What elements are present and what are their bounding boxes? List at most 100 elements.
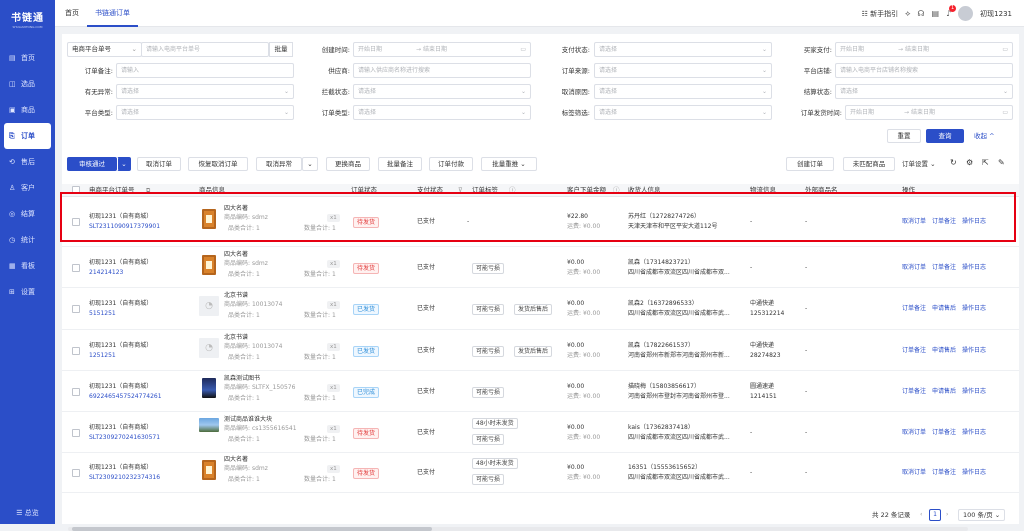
row-checkbox[interactable] bbox=[72, 469, 80, 477]
row-action-link[interactable]: 取消订单 bbox=[902, 218, 926, 226]
row-action-link[interactable]: 取消订单 bbox=[902, 469, 926, 477]
platform-shop-input[interactable]: 请输入电商平台店铺名称搜索 bbox=[835, 63, 1013, 78]
platform-type-select[interactable]: 请选择 ⌄ bbox=[116, 105, 294, 120]
order-source-select[interactable]: 请选择 ⌄ bbox=[594, 63, 772, 78]
row-action-link[interactable]: 订单备注 bbox=[932, 469, 956, 477]
unmatched-product-button[interactable]: 未匹配商品 bbox=[843, 157, 895, 171]
share-icon[interactable]: ⟡ bbox=[905, 9, 910, 19]
settle-select[interactable]: 请选择 ⌄ bbox=[835, 84, 1013, 99]
row-action-link[interactable]: 订单备注 bbox=[902, 305, 926, 313]
query-button[interactable]: 查询 bbox=[926, 129, 964, 143]
order-remark-input[interactable]: 请输入 bbox=[116, 63, 294, 78]
row-action-link[interactable]: 申请售后 bbox=[932, 347, 956, 355]
row-action-link[interactable]: 订单备注 bbox=[932, 264, 956, 272]
row-checkbox[interactable] bbox=[72, 347, 80, 355]
abnormal-select[interactable]: 请选择 ⌄ bbox=[116, 84, 294, 99]
row-action-link[interactable]: 操作日志 bbox=[962, 305, 986, 313]
page-number[interactable]: 1 bbox=[929, 509, 941, 521]
row-action-link[interactable]: 取消订单 bbox=[902, 429, 926, 437]
user-name[interactable]: 初现1231 bbox=[980, 9, 1012, 19]
sidebar-item-orders[interactable]: ⎘ 订单 bbox=[4, 123, 51, 149]
order-number-link[interactable]: 1251251 bbox=[89, 352, 116, 360]
create-order-button[interactable]: 创建订单 bbox=[786, 157, 834, 171]
headset-icon[interactable]: ☊ bbox=[917, 9, 924, 18]
sidebar-item-selection[interactable]: ◫ 选品 bbox=[0, 71, 55, 97]
intercept-select[interactable]: 请选择 ⌄ bbox=[353, 84, 531, 99]
ship-time-range[interactable]: 开始日期 → 结束日期 ▭ bbox=[845, 105, 1013, 120]
sidebar-item-after-sales[interactable]: ⟲ 售后 bbox=[0, 149, 55, 175]
supplier-input[interactable]: 请输入供应商名称进行搜索 bbox=[353, 63, 531, 78]
platform-order-select[interactable]: 电商平台单号 ⌄ bbox=[67, 42, 142, 57]
row-action-link[interactable]: 操作日志 bbox=[962, 218, 986, 226]
tab-home[interactable]: 首页 bbox=[57, 0, 87, 27]
approve-dropdown[interactable]: ⌄ bbox=[117, 157, 131, 171]
sidebar-item-products[interactable]: ▣ 商品 bbox=[0, 97, 55, 123]
filter-icon[interactable]: ⊽ bbox=[458, 184, 463, 197]
page-size-select[interactable]: 100 条/页 ⌄ bbox=[958, 509, 1006, 521]
row-action-link[interactable]: 订单备注 bbox=[902, 388, 926, 396]
buyer-pay-range[interactable]: 开始日期 → 结束日期 ▭ bbox=[835, 42, 1013, 57]
row-checkbox[interactable] bbox=[72, 429, 80, 437]
select-all-checkbox[interactable] bbox=[72, 186, 80, 194]
order-settings-dropdown[interactable]: 订单设置 ⌄ bbox=[902, 160, 936, 168]
bell-icon[interactable]: ♪ 1 bbox=[946, 5, 957, 18]
sidebar-item-dashboard[interactable]: ▦ 看板 bbox=[0, 253, 55, 279]
scrollbar-thumb[interactable] bbox=[72, 527, 432, 531]
row-action-link[interactable]: 申请售后 bbox=[932, 305, 956, 313]
batch-remark-button[interactable]: 批量备注 bbox=[378, 157, 422, 171]
row-action-link[interactable]: 操作日志 bbox=[962, 264, 986, 272]
order-number-link[interactable]: SLT2309270241630571 bbox=[89, 434, 160, 442]
copy-icon[interactable]: ⧉ bbox=[146, 184, 150, 197]
edit-icon[interactable]: ✎ bbox=[998, 159, 1005, 167]
guide-link[interactable]: ☷ 新手指引 bbox=[862, 9, 899, 19]
order-number-link[interactable]: 6922465457524774261 bbox=[89, 393, 162, 401]
approve-button[interactable]: 审核通过 bbox=[67, 157, 117, 171]
help-icon[interactable]: ⓘ bbox=[613, 184, 620, 197]
sidebar-item-customers[interactable]: ♙ 客户 bbox=[0, 175, 55, 201]
overview-toggle[interactable]: ☰ 总览 bbox=[0, 508, 55, 518]
row-checkbox[interactable] bbox=[72, 305, 80, 313]
cancel-abnormal-button[interactable]: 取消异常 bbox=[256, 157, 302, 171]
order-pay-button[interactable]: 订单付款 bbox=[429, 157, 473, 171]
row-action-link[interactable]: 订单备注 bbox=[932, 218, 956, 226]
row-action-link[interactable]: 订单备注 bbox=[902, 347, 926, 355]
batch-button[interactable]: 批量 bbox=[269, 42, 293, 57]
cancel-reason-select[interactable]: 请选择 ⌄ bbox=[594, 84, 772, 99]
row-action-link[interactable]: 订单备注 bbox=[932, 429, 956, 437]
message-icon[interactable]: ▤ bbox=[932, 9, 940, 18]
sidebar-item-settings[interactable]: ⊞ 设置 bbox=[0, 279, 55, 305]
settings-icon[interactable]: ⚙ bbox=[966, 159, 973, 167]
row-action-link[interactable]: 操作日志 bbox=[962, 429, 986, 437]
horizontal-scrollbar[interactable] bbox=[68, 527, 968, 531]
sidebar-item-settlement[interactable]: ◎ 结算 bbox=[0, 201, 55, 227]
order-type-select[interactable]: 请选择 ⌄ bbox=[353, 105, 531, 120]
create-time-range[interactable]: 开始日期 → 结束日期 ▭ bbox=[353, 42, 531, 57]
row-action-link[interactable]: 操作日志 bbox=[962, 347, 986, 355]
collapse-toggle[interactable]: 收起 ^ bbox=[974, 132, 995, 140]
row-action-link[interactable]: 操作日志 bbox=[962, 469, 986, 477]
order-number-link[interactable]: 214214123 bbox=[89, 269, 123, 277]
refresh-icon[interactable]: ↻ bbox=[950, 159, 957, 167]
prev-page-icon[interactable]: ‹ bbox=[920, 511, 922, 519]
row-checkbox[interactable] bbox=[72, 264, 80, 272]
platform-order-input[interactable]: 请输入电商平台单号 bbox=[141, 42, 269, 57]
reset-button[interactable]: 重置 bbox=[887, 129, 921, 143]
tab-orders[interactable]: 书链通订单 bbox=[87, 0, 138, 27]
pay-status-select[interactable]: 请选择 ⌄ bbox=[594, 42, 772, 57]
help-icon[interactable]: ⓘ bbox=[509, 184, 516, 197]
avatar[interactable] bbox=[958, 6, 974, 21]
export-icon[interactable]: ⇱ bbox=[982, 159, 989, 167]
batch-push-button[interactable]: 批量重推 ⌄ bbox=[481, 157, 537, 171]
change-product-button[interactable]: 更换商品 bbox=[326, 157, 370, 171]
cancel-order-button[interactable]: 取消订单 bbox=[137, 157, 181, 171]
order-number-link[interactable]: SLT2309210232374316 bbox=[89, 474, 160, 482]
sidebar-item-home[interactable]: ▤ 首页 bbox=[0, 45, 55, 71]
restore-cancel-button[interactable]: 恢复取消订单 bbox=[188, 157, 248, 171]
sidebar-item-statistics[interactable]: ◷ 统计 bbox=[0, 227, 55, 253]
row-checkbox[interactable] bbox=[72, 388, 80, 396]
order-number-link[interactable]: 5151251 bbox=[89, 310, 116, 318]
next-page-icon[interactable]: › bbox=[946, 511, 948, 519]
row-action-link[interactable]: 取消订单 bbox=[902, 264, 926, 272]
row-checkbox[interactable] bbox=[72, 218, 80, 226]
row-action-link[interactable]: 操作日志 bbox=[962, 388, 986, 396]
